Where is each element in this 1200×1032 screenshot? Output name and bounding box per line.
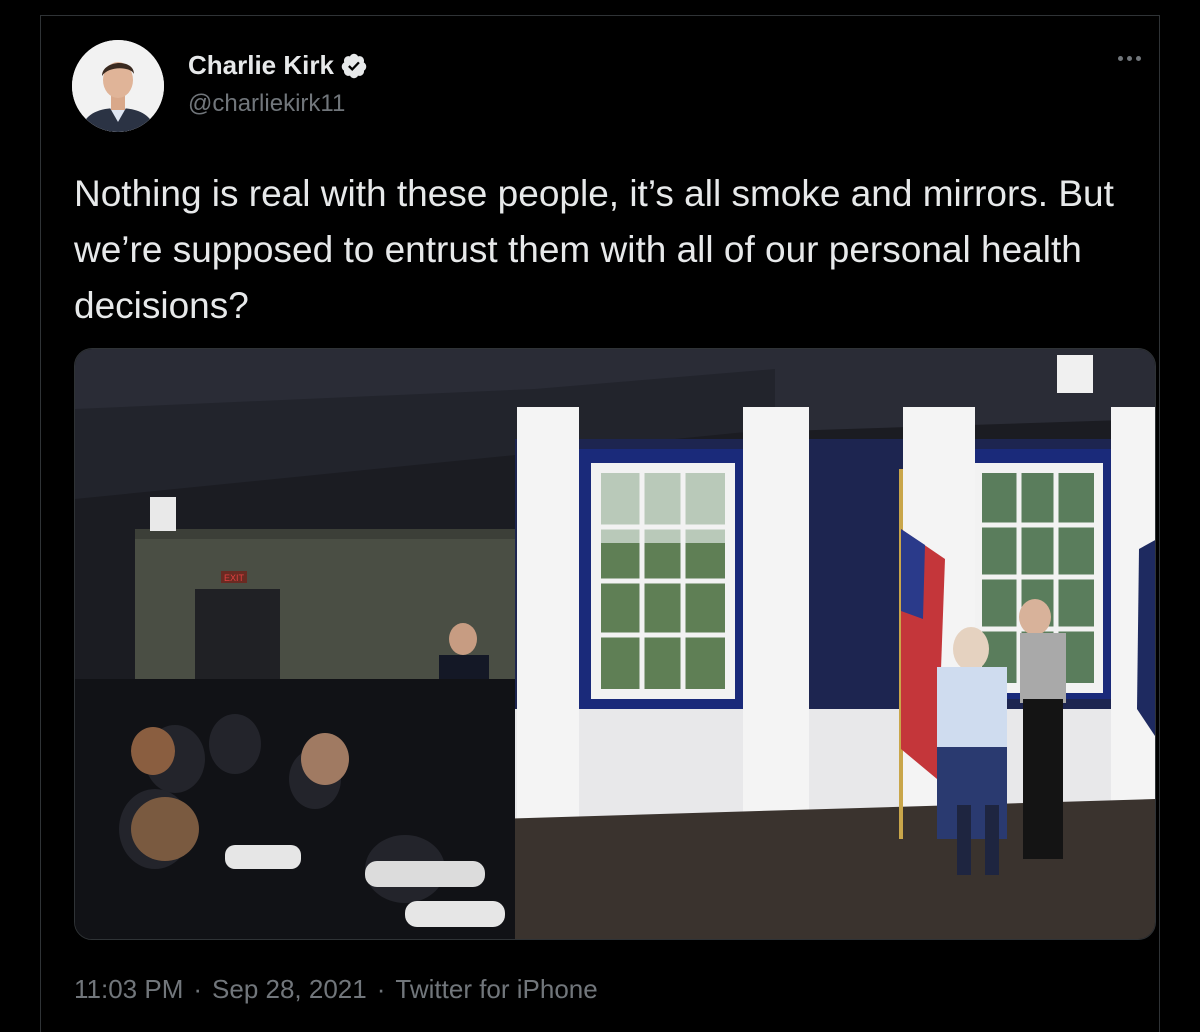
column-border-left: [40, 15, 41, 1032]
tweet-time[interactable]: 11:03 PM: [74, 974, 183, 1005]
author-display-name[interactable]: Charlie Kirk: [188, 50, 334, 81]
exit-sign: EXIT: [224, 573, 245, 583]
tweet-metadata: 11:03 PM · Sep 28, 2021 · Twitter for iP…: [74, 974, 598, 1005]
tweet-media-photo[interactable]: EXIT: [74, 348, 1156, 940]
verified-badge-icon: [341, 53, 367, 78]
meta-separator: ·: [376, 974, 386, 1004]
tweet-date[interactable]: Sep 28, 2021: [212, 974, 367, 1005]
more-options-icon[interactable]: [1118, 56, 1141, 61]
tweet-source[interactable]: Twitter for iPhone: [395, 974, 597, 1005]
top-divider: [40, 15, 1160, 16]
column-border-right: [1159, 15, 1160, 1032]
author-handle[interactable]: @charliekirk11: [188, 90, 345, 118]
avatar[interactable]: [72, 40, 164, 132]
meta-separator: ·: [193, 974, 203, 1004]
author-name-row[interactable]: Charlie Kirk: [188, 50, 368, 81]
tweet-text: Nothing is real with these people, it’s …: [74, 173, 1114, 326]
